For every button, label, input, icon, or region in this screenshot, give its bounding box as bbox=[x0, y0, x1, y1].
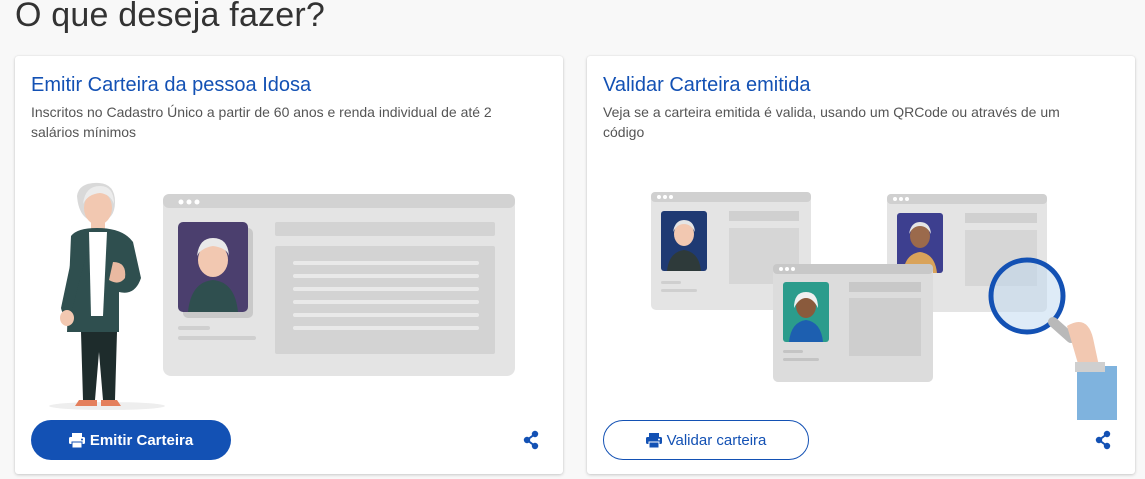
button-label: Validar carteira bbox=[666, 431, 767, 449]
card-validar-carteira: Validar Carteira emitida Veja se a carte… bbox=[587, 56, 1135, 474]
button-label: Emitir Carteira bbox=[89, 431, 194, 449]
card-emitir-carteira: Emitir Carteira da pessoa Idosa Inscrito… bbox=[15, 56, 563, 474]
share-icon[interactable] bbox=[521, 430, 541, 450]
card-validation-illustration bbox=[651, 192, 1117, 420]
validar-carteira-button[interactable]: Validar carteira bbox=[603, 420, 809, 460]
share-icon[interactable] bbox=[1093, 430, 1113, 450]
printer-icon bbox=[645, 432, 662, 448]
emitir-carteira-button[interactable]: Emitir Carteira bbox=[31, 420, 231, 460]
elderly-person-card-illustration bbox=[49, 182, 515, 410]
printer-icon bbox=[68, 432, 85, 448]
page-heading: O que deseja fazer? bbox=[15, 0, 325, 34]
page: O que deseja fazer? Emitir Carteira da p… bbox=[0, 0, 1145, 479]
